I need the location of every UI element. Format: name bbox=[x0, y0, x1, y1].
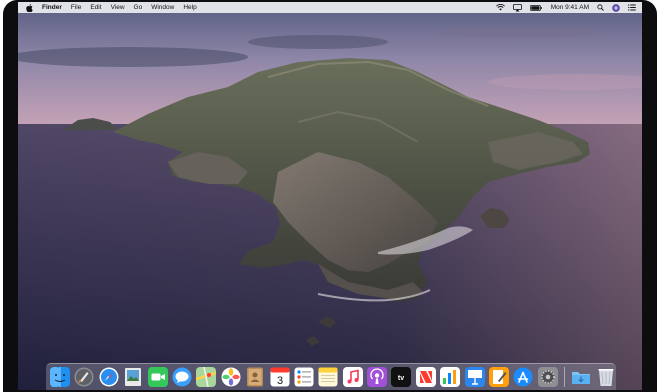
safari-icon[interactable] bbox=[99, 367, 119, 387]
menu-file[interactable]: File bbox=[71, 2, 81, 13]
finder-icon[interactable] bbox=[50, 367, 70, 387]
dock: 3 tv bbox=[46, 363, 616, 390]
contacts-icon[interactable] bbox=[245, 367, 265, 387]
keynote-icon[interactable] bbox=[464, 367, 485, 387]
messages-icon[interactable] bbox=[172, 367, 192, 387]
desktop-screen: Finder File Edit View Go Window Help Mon… bbox=[18, 2, 642, 390]
menu-view[interactable]: View bbox=[111, 2, 125, 13]
tv-label: tv bbox=[398, 375, 404, 382]
launchpad-icon[interactable] bbox=[74, 367, 94, 387]
menu-clock[interactable]: Mon 9:41 AM bbox=[551, 2, 589, 13]
numbers-icon[interactable] bbox=[440, 367, 461, 387]
battery-icon[interactable] bbox=[529, 3, 542, 12]
folder-icon[interactable] bbox=[571, 367, 591, 387]
menu-bar: Finder File Edit View Go Window Help Mon… bbox=[18, 2, 642, 13]
menu-edit[interactable]: Edit bbox=[90, 2, 101, 13]
airplay-icon[interactable] bbox=[512, 3, 522, 12]
wifi-icon[interactable] bbox=[495, 3, 505, 12]
photos-icon[interactable] bbox=[221, 367, 241, 387]
calendar-date: 3 bbox=[276, 375, 282, 387]
app-store-icon[interactable] bbox=[513, 367, 533, 387]
menu-app-name[interactable]: Finder bbox=[42, 2, 62, 13]
dock-app-list: 3 tv bbox=[50, 367, 620, 387]
search-icon[interactable] bbox=[597, 3, 604, 12]
desktop-wallpaper bbox=[18, 2, 642, 390]
pages-icon[interactable] bbox=[489, 367, 510, 387]
siri-icon[interactable] bbox=[612, 3, 620, 12]
tv-icon[interactable]: tv bbox=[391, 367, 412, 387]
preview-icon[interactable] bbox=[123, 367, 143, 387]
trash-icon[interactable] bbox=[596, 367, 616, 387]
menu-go[interactable]: Go bbox=[134, 2, 143, 13]
podcasts-icon[interactable] bbox=[367, 367, 388, 387]
system-preferences-icon[interactable] bbox=[537, 367, 558, 387]
maps-icon[interactable] bbox=[196, 367, 217, 387]
calendar-icon[interactable]: 3 bbox=[270, 367, 290, 387]
dock-separator bbox=[564, 367, 566, 387]
notification-center-icon[interactable] bbox=[628, 3, 636, 12]
menu-window[interactable]: Window bbox=[151, 2, 174, 13]
music-icon[interactable] bbox=[342, 367, 363, 387]
facetime-icon[interactable] bbox=[147, 367, 168, 387]
apple-logo-icon[interactable] bbox=[26, 3, 34, 12]
news-icon[interactable] bbox=[415, 367, 436, 387]
notes-icon[interactable] bbox=[318, 367, 338, 387]
menu-help[interactable]: Help bbox=[183, 2, 196, 13]
reminders-icon[interactable] bbox=[294, 367, 314, 387]
